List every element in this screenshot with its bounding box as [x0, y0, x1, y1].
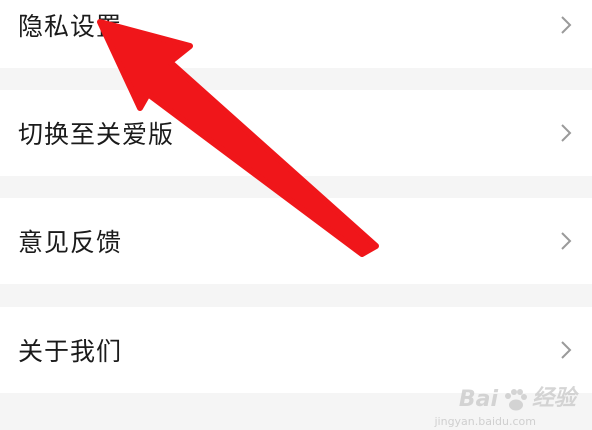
- watermark-brand: Bai: [458, 387, 498, 412]
- chevron-right-icon: [561, 341, 572, 359]
- watermark-url: jingyan.baidu.com: [434, 415, 536, 428]
- privacy-settings-item[interactable]: 隐私设置: [0, 0, 592, 68]
- chevron-right-icon: [561, 232, 572, 250]
- baidu-paw-icon: [504, 389, 527, 411]
- chevron-right-icon: [561, 16, 572, 34]
- watermark-brand-suffix: 经验: [531, 386, 576, 411]
- switch-care-mode-label: 切换至关爱版: [18, 120, 175, 149]
- baidu-watermark: Bai 经验: [459, 380, 576, 412]
- switch-care-mode-item[interactable]: 切换至关爱版: [0, 90, 592, 176]
- about-us-label: 关于我们: [18, 337, 123, 366]
- privacy-settings-label: 隐私设置: [18, 12, 123, 41]
- feedback-label: 意见反馈: [18, 228, 123, 257]
- chevron-right-icon: [561, 124, 572, 142]
- feedback-item[interactable]: 意见反馈: [0, 198, 592, 284]
